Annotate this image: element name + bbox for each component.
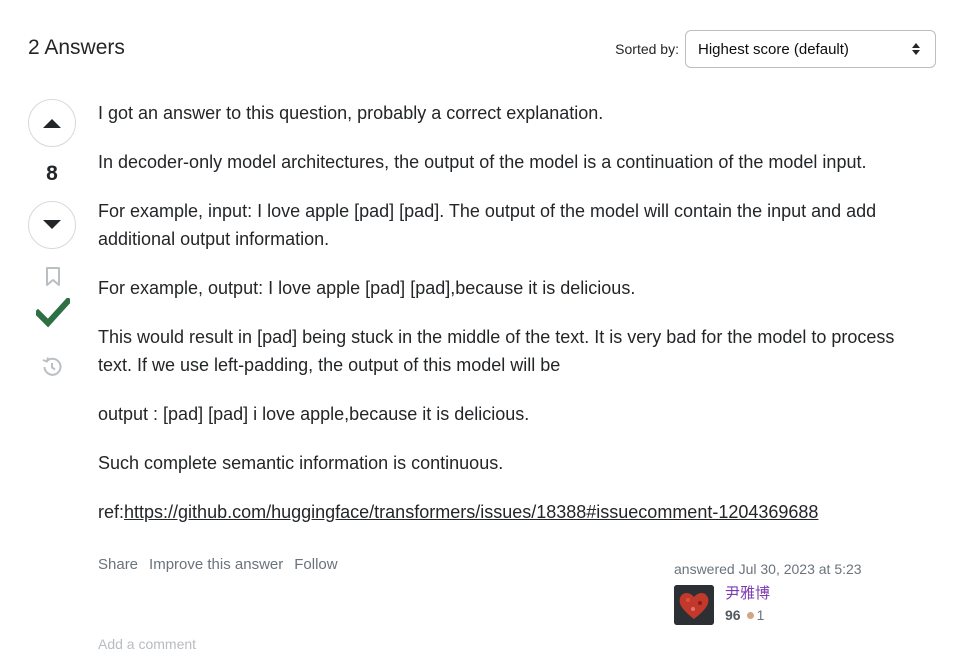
follow-link[interactable]: Follow <box>294 556 337 573</box>
vote-count: 8 <box>46 162 58 185</box>
accepted-answer-check <box>33 296 73 333</box>
bronze-badge-count: 1 <box>756 607 765 623</box>
sort-label: Sorted by: <box>615 41 679 57</box>
answers-count-title: 2 Answers <box>28 36 125 59</box>
upvote-button[interactable] <box>28 99 76 147</box>
bookmark-button[interactable] <box>44 267 62 292</box>
sort-arrows-icon <box>912 43 920 55</box>
answered-date[interactable]: Jul 30, 2023 at 5:23 <box>739 561 862 577</box>
answer-paragraph: Such complete semantic information is co… <box>98 453 504 473</box>
up-arrow-icon <box>43 119 61 128</box>
answer-paragraph: output : [pad] [pad] i love apple,becaus… <box>98 404 530 424</box>
avatar[interactable] <box>674 585 714 625</box>
down-arrow-icon <box>43 220 61 229</box>
reputation-score: 96 <box>725 607 741 623</box>
answer-paragraph: This would result in [pad] being stuck i… <box>98 327 895 375</box>
user-info: 尹雅博 96 1 <box>725 585 770 625</box>
downvote-button[interactable] <box>28 201 76 249</box>
sort-select[interactable]: Highest score (default) <box>685 30 936 68</box>
answer-body: I got an answer to this question, probab… <box>98 99 928 547</box>
checkmark-icon <box>33 296 73 328</box>
answer-paragraph: For example, input: I love apple [pad] [… <box>98 201 877 249</box>
heart-avatar-image <box>674 585 714 625</box>
answered-timestamp: answered Jul 30, 2023 at 5:23 <box>674 561 874 577</box>
reference-link[interactable]: https://github.com/huggingface/transform… <box>124 502 818 522</box>
bronze-badge-icon <box>746 611 754 619</box>
user-stats: 96 1 <box>725 607 770 623</box>
vote-cell: 8 <box>28 99 78 376</box>
sort-control: Sorted by: Highest score (default) <box>615 30 936 68</box>
reference-prefix: ref: <box>98 502 125 522</box>
sort-select-value: Highest score (default) <box>698 40 849 58</box>
answered-label: answered <box>674 561 735 577</box>
answers-header: 2 Answers Sorted by: Highest score (defa… <box>28 30 936 70</box>
answer-paragraph: For example, output: I love apple [pad] … <box>98 278 636 298</box>
share-link[interactable]: Share <box>98 556 138 573</box>
reference-paragraph: ref:https://github.com/huggingface/trans… <box>98 498 928 526</box>
history-button[interactable] <box>40 355 64 384</box>
improve-answer-link[interactable]: Improve this answer <box>149 556 283 573</box>
user-signature: answered Jul 30, 2023 at 5:23 尹雅博 96 1 <box>674 561 874 625</box>
add-comment-link[interactable]: Add a comment <box>98 636 196 652</box>
answer-paragraph: In decoder-only model architectures, the… <box>98 152 867 172</box>
user-name[interactable]: 尹雅博 <box>725 585 770 603</box>
post-menu: Share Improve this answer Follow <box>98 556 338 573</box>
bookmark-icon <box>46 267 60 286</box>
answer-paragraph: I got an answer to this question, probab… <box>98 103 604 123</box>
history-icon <box>42 357 62 376</box>
